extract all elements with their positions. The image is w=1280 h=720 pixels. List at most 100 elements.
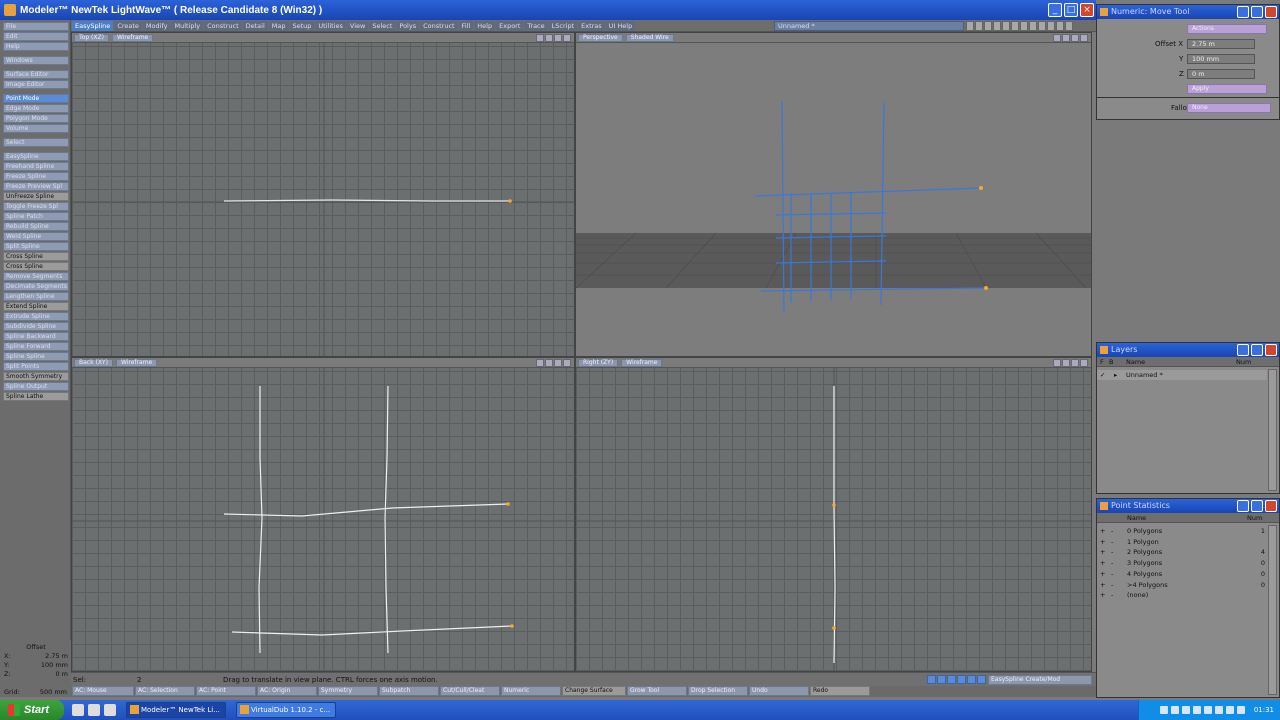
plus-icon[interactable]: + xyxy=(1097,591,1107,599)
minimize-button[interactable] xyxy=(1237,500,1249,512)
btn-symmetry[interactable]: Symmetry xyxy=(318,686,378,696)
spline-point[interactable] xyxy=(832,503,836,507)
minimize-button[interactable] xyxy=(1237,344,1249,356)
maximize-button[interactable] xyxy=(1251,344,1263,356)
tab-utilities[interactable]: Utilities xyxy=(315,20,346,31)
apply-button[interactable]: Apply xyxy=(1187,84,1267,94)
close-button[interactable] xyxy=(1265,6,1277,18)
tool-unfreeze-spline[interactable]: UnFreeze Spline xyxy=(3,192,69,201)
minus-icon[interactable]: - xyxy=(1107,591,1127,599)
layer-button[interactable] xyxy=(1056,21,1064,31)
minus-icon[interactable]: - xyxy=(1107,559,1127,567)
tool-freeze-preview-spl[interactable]: Freeze Preview Spl xyxy=(3,182,69,191)
tool-spline-backward[interactable]: Spline Backward xyxy=(3,332,69,341)
maximize-button[interactable] xyxy=(1251,6,1263,18)
spline-curve[interactable] xyxy=(223,199,510,202)
layer-button[interactable] xyxy=(984,21,992,31)
tool-subdivide-spline[interactable]: Subdivide Spline xyxy=(3,322,69,331)
maximize-viewport-icon[interactable] xyxy=(563,359,571,367)
spline-curve[interactable] xyxy=(833,386,836,664)
tab-extras[interactable]: Extras xyxy=(578,20,605,31)
tab-setup[interactable]: Setup xyxy=(289,20,315,31)
tab-polys[interactable]: Polys xyxy=(396,20,420,31)
select-icon[interactable] xyxy=(967,675,976,684)
minus-icon[interactable]: - xyxy=(1107,527,1127,535)
pan-icon[interactable] xyxy=(536,34,544,42)
layer-select[interactable]: Unnamed * xyxy=(774,21,964,31)
tool-spline-forward[interactable]: Spline Forward xyxy=(3,342,69,351)
minus-icon[interactable]: - xyxy=(1107,570,1127,578)
tool-spline-spline[interactable]: Spline Spline xyxy=(3,352,69,361)
stats-row[interactable]: + -1 Polygon xyxy=(1097,537,1267,547)
stats-row[interactable]: + - (none) xyxy=(1097,590,1267,600)
menu-file[interactable]: File xyxy=(3,22,69,31)
minus-icon[interactable]: - xyxy=(1107,548,1127,556)
morph-icon[interactable] xyxy=(947,675,956,684)
tool-spline-patch[interactable]: Spline Patch xyxy=(3,212,69,221)
tab-trace[interactable]: Trace xyxy=(524,20,548,31)
security-icon[interactable] xyxy=(1181,706,1190,714)
close-button[interactable] xyxy=(1265,500,1277,512)
task-virtualdub[interactable]: VirtualDub 1.10.2 - c... xyxy=(236,702,336,718)
btn-ac-origin[interactable]: AC: Origin xyxy=(257,686,317,696)
offset-z-field[interactable]: 0 m xyxy=(1187,69,1255,79)
layer-button[interactable] xyxy=(1002,21,1010,31)
spline-point[interactable] xyxy=(508,199,512,203)
view-type-dropdown[interactable]: Top (XZ) xyxy=(74,33,109,42)
start-button[interactable]: Start xyxy=(0,700,64,720)
tab-fill[interactable]: Fill xyxy=(458,20,474,31)
spline-point[interactable] xyxy=(510,624,514,628)
tab-select[interactable]: Select xyxy=(369,20,396,31)
tool-split-spline[interactable]: Split Spline xyxy=(3,242,69,251)
offset-x-field[interactable]: 2.75 m xyxy=(1187,39,1255,49)
tab-modify[interactable]: Modify xyxy=(142,20,171,31)
zoom-icon[interactable] xyxy=(554,359,562,367)
pan-icon[interactable] xyxy=(1053,359,1061,367)
tab-map[interactable]: Map xyxy=(268,20,289,31)
menu-help[interactable]: Help xyxy=(3,42,69,51)
tool-extrude-spline[interactable]: Extrude Spline xyxy=(3,312,69,321)
tab-ui-help[interactable]: UI Help xyxy=(605,20,636,31)
view-type-dropdown[interactable]: Perspective xyxy=(578,33,623,42)
btn-ac-selection[interactable]: AC: Selection xyxy=(135,686,195,696)
tray-app-icon[interactable] xyxy=(1214,706,1223,714)
tool-split-points[interactable]: Split Points xyxy=(3,362,69,371)
viewport-top[interactable]: Top (XZ) Wireframe xyxy=(71,32,575,357)
btn-ac-point[interactable]: AC: Point xyxy=(196,686,256,696)
tab-lscript[interactable]: LScript xyxy=(548,20,578,31)
pan-icon[interactable] xyxy=(1053,34,1061,42)
plus-icon[interactable]: + xyxy=(1097,581,1107,589)
offset-y-field[interactable]: 100 mm xyxy=(1187,54,1255,64)
layers-scrollbar[interactable] xyxy=(1268,369,1277,491)
tab-view[interactable]: View xyxy=(346,20,369,31)
minus-icon[interactable]: - xyxy=(1107,538,1127,546)
spline-point[interactable] xyxy=(832,626,836,630)
btn-redo[interactable]: Redo xyxy=(810,686,870,696)
task-lightwave[interactable]: Modeler™ NewTek Li... xyxy=(126,702,226,718)
btn-undo[interactable]: Undo xyxy=(749,686,809,696)
view-type-dropdown[interactable]: Back (XY) xyxy=(74,358,113,367)
btn-grow-tool[interactable]: Grow Tool xyxy=(627,686,687,696)
wireframe-icon[interactable] xyxy=(927,675,936,684)
spline-point[interactable] xyxy=(506,502,510,506)
plus-icon[interactable]: + xyxy=(1097,570,1107,578)
stats-row[interactable]: + -0 Polygons 1 xyxy=(1097,526,1267,536)
maximize-button[interactable]: □ xyxy=(1064,3,1078,17)
zoom-icon[interactable] xyxy=(554,34,562,42)
tool-freeze-spline[interactable]: Freeze Spline xyxy=(3,172,69,181)
stats-scrollbar[interactable] xyxy=(1268,525,1277,695)
tool-toggle-freeze-spl[interactable]: Toggle Freeze Spl xyxy=(3,202,69,211)
btn-numeric[interactable]: Numeric xyxy=(501,686,561,696)
minimize-button[interactable] xyxy=(1237,6,1249,18)
layer-button[interactable] xyxy=(1038,21,1046,31)
tab-help[interactable]: Help xyxy=(474,20,496,31)
tool-cross-spline[interactable]: Cross Spline xyxy=(3,262,69,271)
volume-icon[interactable] xyxy=(1170,706,1179,714)
viewport-right[interactable]: Right (ZY) Wireframe xyxy=(575,357,1092,672)
tray-app-icon[interactable] xyxy=(1236,706,1245,714)
tool-dropdown[interactable]: EasySpline Create/Mod xyxy=(988,675,1092,685)
maximize-button[interactable] xyxy=(1251,500,1263,512)
tool-lengthen-spline[interactable]: Lengthen Spline xyxy=(3,292,69,301)
zoom-icon[interactable] xyxy=(1071,34,1079,42)
select-menu[interactable]: Select xyxy=(3,138,69,147)
